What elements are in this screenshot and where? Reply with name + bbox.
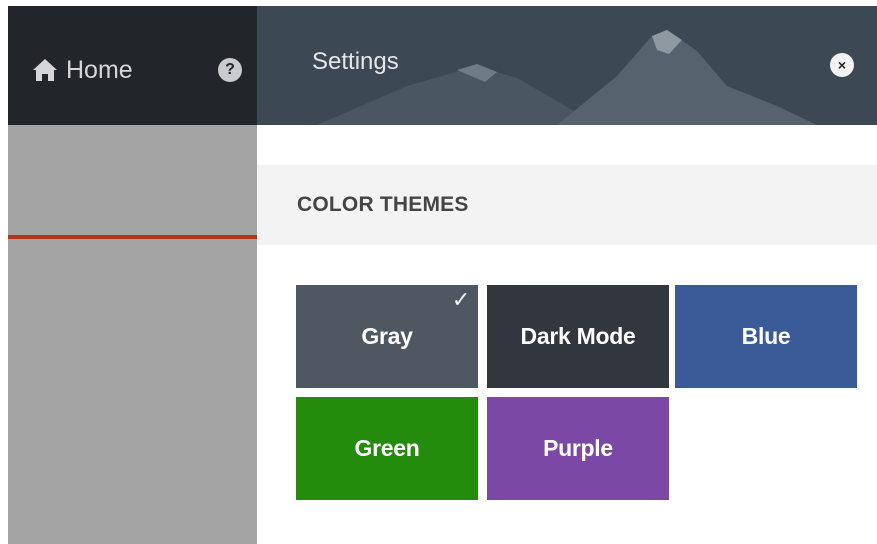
top-navbar: Home ? [8,6,257,125]
home-icon [33,59,57,81]
theme-dark-mode-label: Dark Mode [520,323,636,349]
theme-dark-mode-button[interactable]: Dark Mode [487,285,669,388]
checkmark-icon: ✓ [451,287,470,312]
theme-green-button[interactable]: Green [296,397,478,500]
theme-green-label: Green [354,435,420,461]
settings-header: Settings × [257,6,877,125]
theme-gray-label: Gray [361,323,413,349]
settings-title: Settings [312,48,399,75]
theme-blue-label: Blue [741,323,791,349]
settings-panel: Settings × COLOR THEMES Gray ✓ Dark Mode… [257,6,877,544]
nav-home-link[interactable]: Home [32,50,133,90]
close-icon[interactable]: × [830,53,854,77]
active-indicator-line [8,235,257,239]
background-content-overlay [8,125,257,544]
theme-purple-label: Purple [543,435,613,461]
nav-home-label: Home [66,55,133,84]
color-themes-section-header: COLOR THEMES [257,165,877,245]
section-title: COLOR THEMES [297,193,469,216]
theme-gray-button[interactable]: Gray ✓ [296,285,478,388]
theme-purple-button[interactable]: Purple [487,397,669,500]
help-icon[interactable]: ? [218,58,242,82]
theme-blue-button[interactable]: Blue [675,285,857,388]
